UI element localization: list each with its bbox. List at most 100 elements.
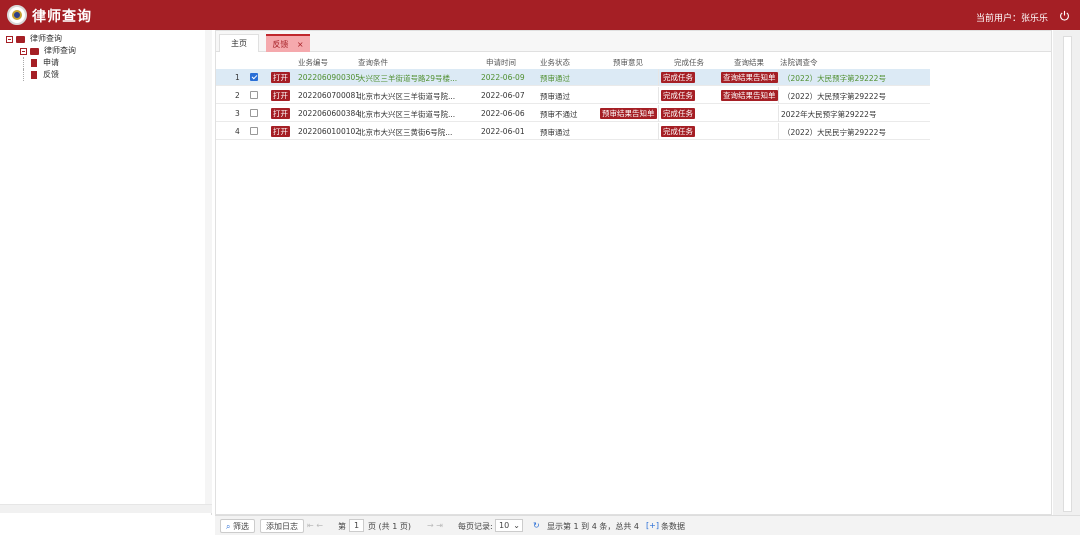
cell-condition: 北京市大兴区三黄街6号院... <box>358 128 453 137</box>
collapse-icon[interactable] <box>6 35 13 43</box>
table-row[interactable]: 1 打开 2022060900305 大兴区三羊街道号路29号楼... 2022… <box>216 69 930 86</box>
cell-date: 2022-06-07 <box>481 91 525 100</box>
tree-leaf-label: 反馈 <box>43 70 59 79</box>
pagination-summary: 显示第 1 到 4 条，总共 4 <box>547 522 639 531</box>
nav-tree: 律师查询 律师查询 申请 反馈 <box>0 30 211 81</box>
cell-status: 预审通过 <box>540 74 570 83</box>
cell-condition: 北京市大兴区三羊街道号院... <box>358 110 456 119</box>
cell-status: 预审通过 <box>540 128 570 137</box>
row-index: 2 <box>235 91 240 100</box>
tree-leaf-feedback[interactable]: 反馈 <box>6 69 211 81</box>
col-header-status[interactable]: 业务状态 <box>540 57 570 68</box>
row-checkbox[interactable] <box>250 73 258 81</box>
nav-tree-panel: 律师查询 律师查询 申请 反馈 <box>0 30 212 515</box>
complete-task-button[interactable]: 完成任务 <box>661 126 695 137</box>
row-checkbox[interactable] <box>250 91 258 99</box>
open-button[interactable]: 打开 <box>271 108 290 119</box>
power-icon[interactable] <box>1059 10 1070 21</box>
folder-open-icon <box>16 35 25 43</box>
tree-node-label: 律师查询 <box>30 34 62 43</box>
page-number-input[interactable]: 1 <box>349 519 364 532</box>
expand-link[interactable]: [+] <box>646 521 659 530</box>
cell-order: （2022）大民预字第29222号 <box>783 74 886 83</box>
cell-id: 2022060100102 <box>298 127 361 136</box>
row-index: 4 <box>235 127 240 136</box>
app-title: 律师查询 <box>32 9 92 25</box>
page-size-select[interactable]: 10 ⌄ <box>495 519 523 532</box>
collapse-icon[interactable] <box>20 47 27 55</box>
cell-date: 2022-06-06 <box>481 109 525 118</box>
col-header-order[interactable]: 法院调查令 <box>780 57 818 68</box>
page-size-label: 每页记录: <box>458 522 493 531</box>
close-icon[interactable]: × <box>297 40 304 49</box>
left-vertical-scrollbar[interactable] <box>205 30 212 504</box>
cell-status: 预审通过 <box>540 92 570 101</box>
tree-leaf-label: 申请 <box>43 58 59 67</box>
tab-home[interactable]: 主页 <box>219 34 259 52</box>
first-page-icon[interactable]: ⇤ ← <box>307 521 323 530</box>
right-vertical-scrollbar[interactable] <box>1053 30 1080 515</box>
col-header-condition[interactable]: 查询条件 <box>358 57 388 68</box>
open-button[interactable]: 打开 <box>271 126 290 137</box>
tree-leaf-apply[interactable]: 申请 <box>6 57 211 69</box>
col-header-id[interactable]: 业务编号 <box>298 57 328 68</box>
folder-open-icon <box>30 47 39 55</box>
col-header-date[interactable]: 申请时间 <box>486 57 516 68</box>
tab-label: 反馈 <box>272 40 289 49</box>
tree-node-label: 律师查询 <box>44 46 76 55</box>
left-horizontal-scrollbar[interactable] <box>0 504 212 513</box>
page-prefix: 第 <box>338 522 346 531</box>
col-header-result[interactable]: 查询结果 <box>734 57 764 68</box>
add-log-button[interactable]: 添加日志 <box>260 519 304 533</box>
chevron-down-icon: ⌄ <box>513 521 520 530</box>
refresh-icon[interactable]: ↻ <box>533 521 540 530</box>
col-header-task[interactable]: 完成任务 <box>674 57 704 68</box>
cell-condition: 北京市大兴区三羊街道号院... <box>358 92 456 101</box>
search-icon: ⌕ <box>226 522 231 531</box>
file-icon <box>31 71 37 79</box>
row-index: 3 <box>235 109 240 118</box>
main-panel: 主页 反馈 × 业务编号 查询条件 申请时间 业务状态 预审意见 完成任务 查询… <box>215 30 1052 515</box>
filter-button[interactable]: ⌕ 筛选 <box>220 519 256 533</box>
cell-id: 2022060900305 <box>298 73 361 82</box>
scrollbar-thumb[interactable] <box>1063 36 1072 512</box>
complete-task-button[interactable]: 完成任务 <box>661 72 695 83</box>
query-result-notice-button[interactable]: 查询结果告知单 <box>721 90 778 101</box>
complete-task-button[interactable]: 完成任务 <box>661 90 695 101</box>
tree-node-root[interactable]: 律师查询 <box>6 33 211 45</box>
col-header-opinion[interactable]: 预审意见 <box>613 57 643 68</box>
table-row[interactable]: 4 打开 2022060100102 北京市大兴区三黄街6号院... 2022-… <box>216 123 930 140</box>
page-size-value: 10 <box>499 521 510 530</box>
current-user-label: 当前用户：张乐乐 <box>975 14 1048 24</box>
tab-feedback[interactable]: 反馈 × <box>266 34 310 52</box>
table-row[interactable]: 2 打开 2022060700081 北京市大兴区三羊街道号院... 2022-… <box>216 87 930 104</box>
file-icon <box>31 59 37 67</box>
cell-date: 2022-06-09 <box>481 73 525 82</box>
tree-node-child[interactable]: 律师查询 <box>6 45 211 57</box>
cell-order: （2022）大民预字第29222号 <box>783 92 886 101</box>
complete-task-button[interactable]: 完成任务 <box>661 108 695 119</box>
cell-status: 预审不通过 <box>540 110 578 119</box>
cell-id: 2022060600384 <box>298 109 361 118</box>
open-button[interactable]: 打开 <box>271 72 290 83</box>
app-header: 律师查询 当前用户：张乐乐 <box>0 0 1080 30</box>
pre-review-notice-button[interactable]: 预审结果告知单 <box>600 108 657 119</box>
last-page-icon[interactable]: → ⇥ <box>427 521 443 530</box>
court-logo-icon <box>7 5 27 25</box>
cell-order: 2022年大民预字第29222号 <box>781 110 877 119</box>
cell-date: 2022-06-01 <box>481 127 525 136</box>
tab-bar: 主页 反馈 × <box>216 31 1051 52</box>
row-checkbox[interactable] <box>250 109 258 117</box>
query-result-notice-button[interactable]: 查询结果告知单 <box>721 72 778 83</box>
cell-id: 2022060700081 <box>298 91 361 100</box>
grid-header: 业务编号 查询条件 申请时间 业务状态 预审意见 完成任务 查询结果 法院调查令 <box>216 53 931 69</box>
open-button[interactable]: 打开 <box>271 90 290 101</box>
filter-label: 筛选 <box>233 522 250 531</box>
row-checkbox[interactable] <box>250 127 258 135</box>
table-row[interactable]: 3 打开 2022060600384 北京市大兴区三羊街道号院... 2022-… <box>216 105 930 122</box>
cell-order: （2022）大民民宁第29222号 <box>783 128 886 137</box>
page-count-text: 页 (共 1 页) <box>368 522 411 531</box>
row-index: 1 <box>235 73 240 82</box>
cell-condition: 大兴区三羊街道号路29号楼... <box>358 74 458 83</box>
pagination-bar: ⌕ 筛选 添加日志 ⇤ ← 第 1 页 (共 1 页) → ⇥ 每页记录: 10… <box>215 515 1080 535</box>
